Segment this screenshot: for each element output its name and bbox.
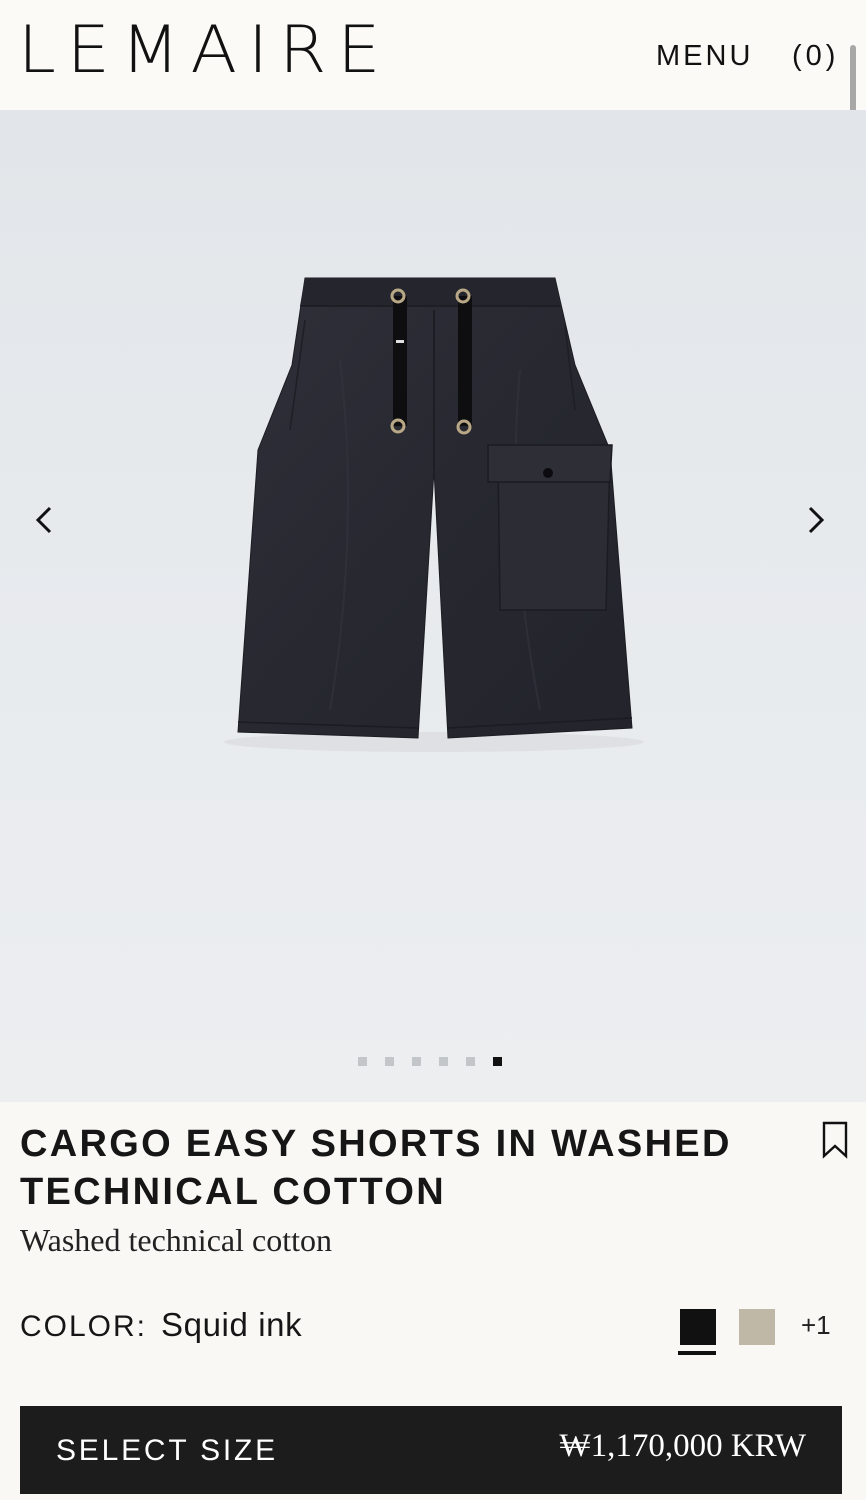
selected-color-name: Squid ink	[161, 1306, 303, 1343]
more-colors-link[interactable]: +1	[801, 1310, 831, 1341]
gallery-dot[interactable]	[439, 1057, 448, 1066]
site-header: LEMAIRE MENU (0)	[0, 0, 866, 110]
previous-image-button[interactable]	[28, 502, 64, 538]
gallery-dot[interactable]	[412, 1057, 421, 1066]
menu-button[interactable]: MENU	[656, 38, 753, 74]
gallery-pagination	[358, 1057, 502, 1067]
product-price: ₩1,170,000 KRW	[559, 1428, 806, 1464]
select-size-label: SELECT SIZE	[56, 1434, 278, 1467]
select-size-button[interactable]: SELECT SIZE ₩1,170,000 KRW	[20, 1406, 842, 1494]
bookmark-icon	[822, 1121, 848, 1159]
next-image-button[interactable]	[798, 502, 834, 538]
gallery-dot-active[interactable]	[493, 1057, 502, 1066]
selected-swatch-indicator	[678, 1351, 716, 1355]
brand-logo[interactable]: LEMAIRE	[18, 14, 391, 88]
cart-button[interactable]: (0)	[792, 38, 839, 74]
gallery-dot[interactable]	[466, 1057, 475, 1066]
product-image	[224, 277, 644, 752]
color-swatch-sand[interactable]	[739, 1309, 775, 1345]
chevron-left-icon	[35, 506, 52, 534]
gallery-dot[interactable]	[385, 1057, 394, 1066]
product-image-gallery[interactable]	[0, 110, 866, 1102]
color-label: COLOR:	[20, 1310, 148, 1343]
product-title: CARGO EASY SHORTS IN WASHED TECHNICAL CO…	[20, 1123, 732, 1213]
gallery-dot[interactable]	[358, 1057, 367, 1066]
color-swatch-squid-ink[interactable]	[680, 1309, 716, 1345]
chevron-right-icon	[808, 506, 825, 534]
color-selector-label: COLOR: Squid ink	[20, 1306, 302, 1350]
wishlist-button[interactable]	[820, 1120, 850, 1160]
product-subtitle: Washed technical cotton	[20, 1222, 332, 1258]
